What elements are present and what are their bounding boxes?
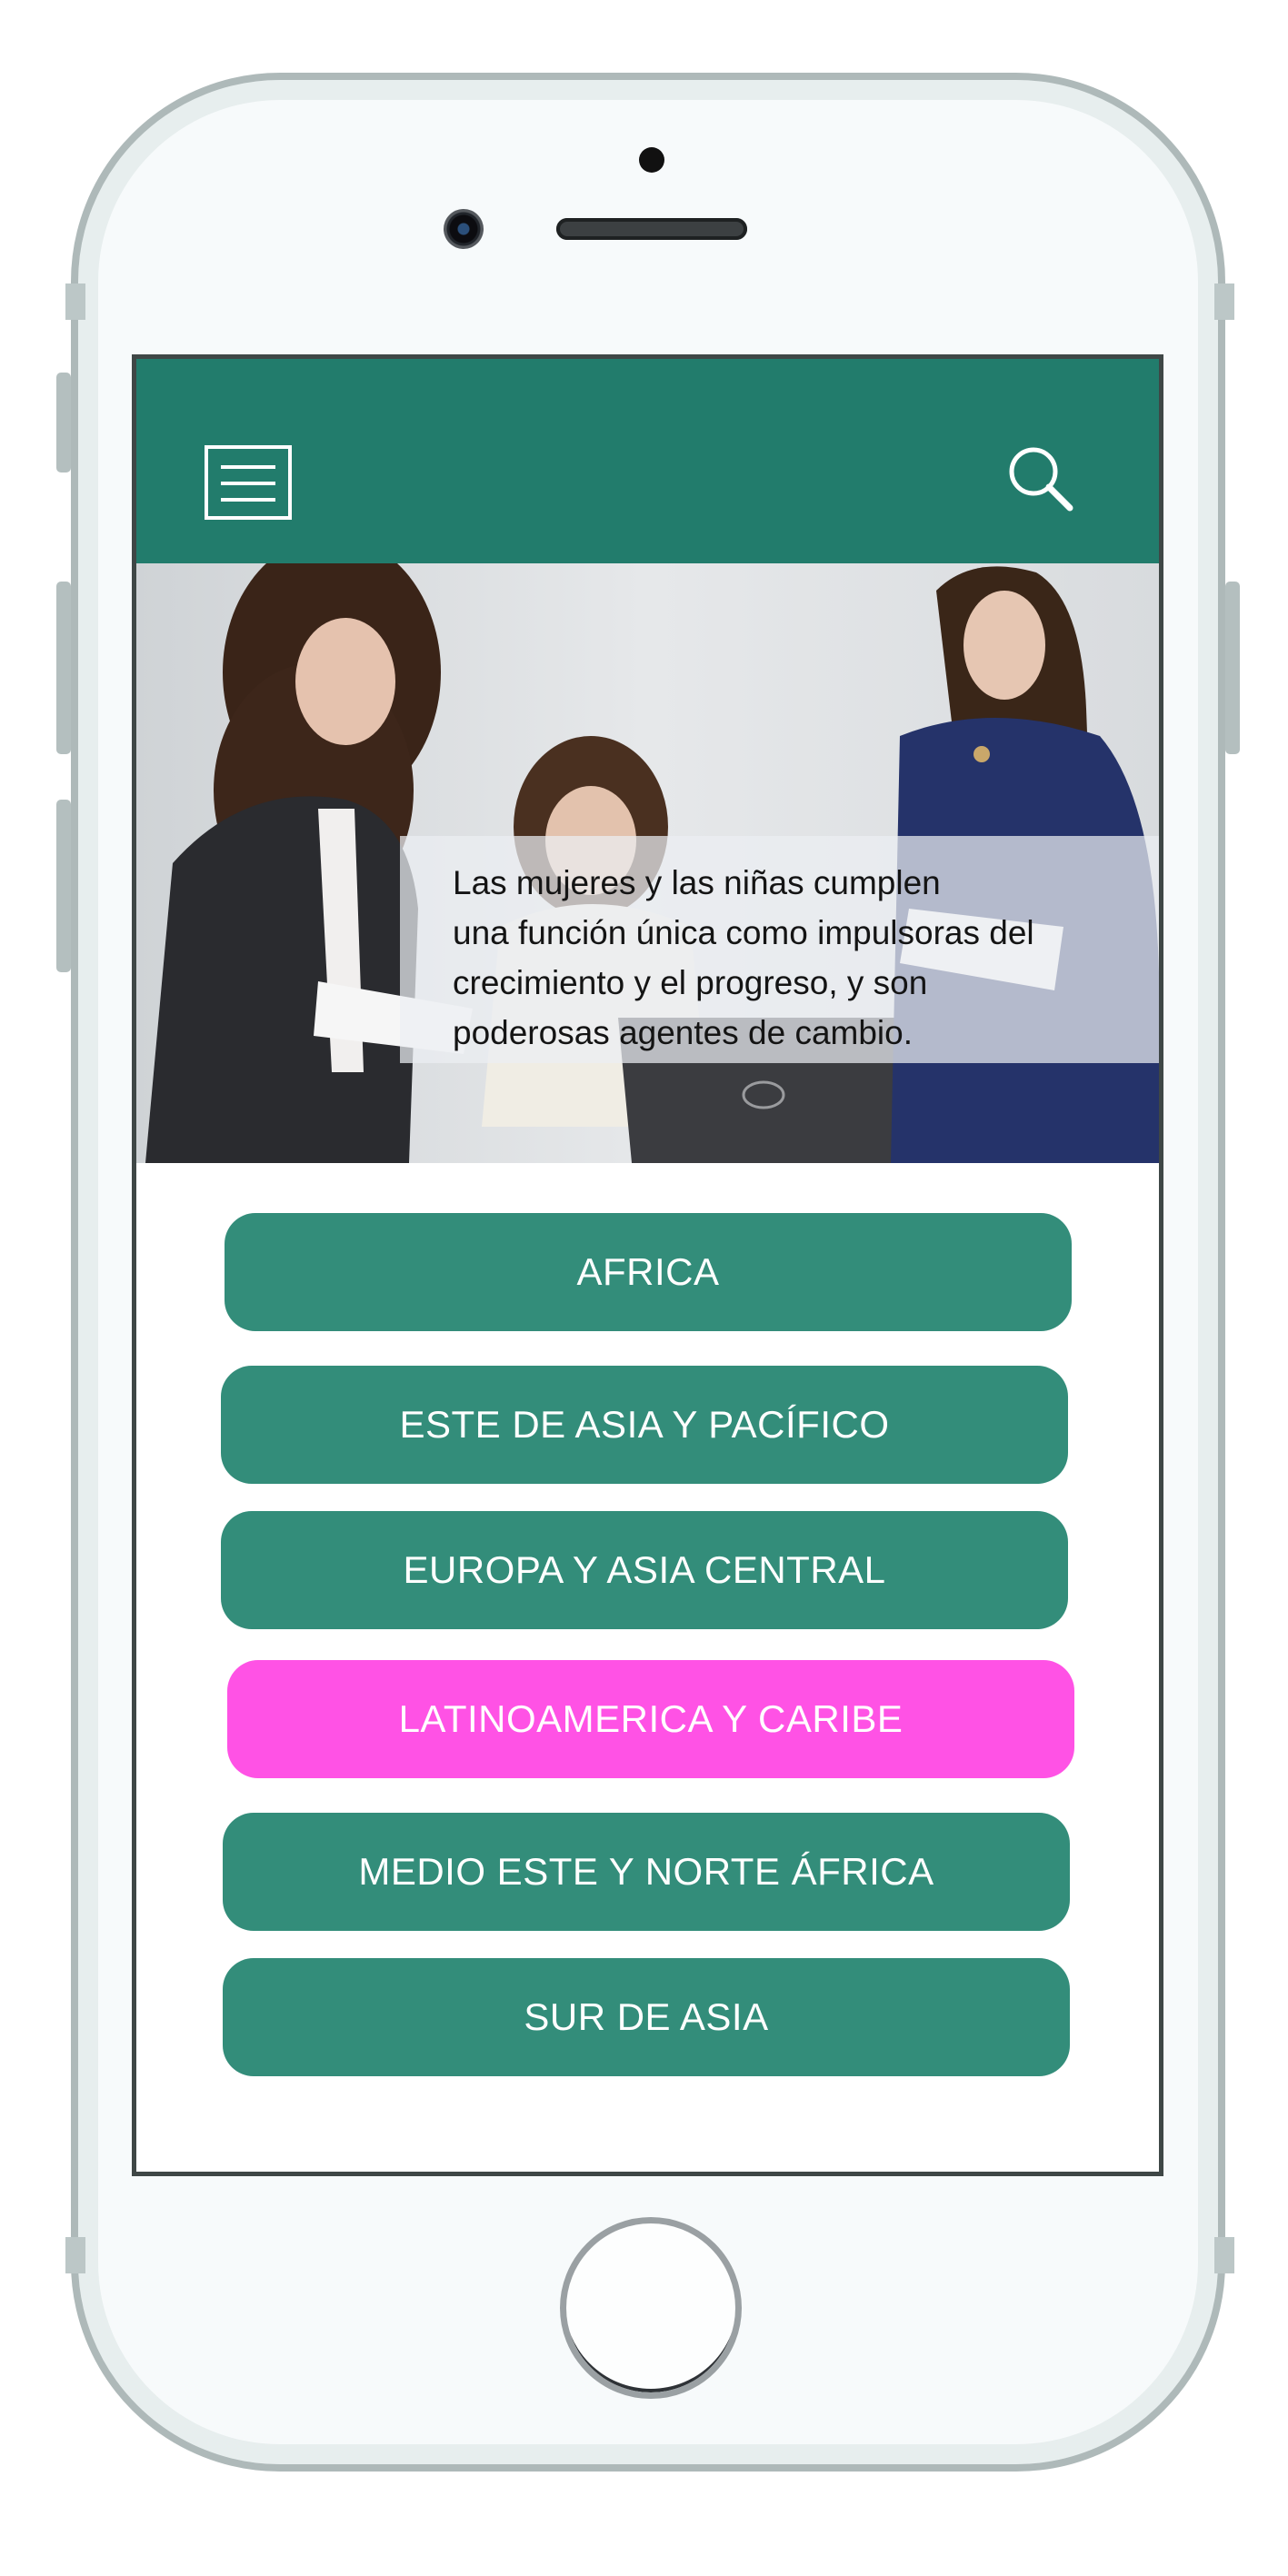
hamburger-menu-icon[interactable] <box>205 445 292 520</box>
earpiece-speaker <box>556 218 747 240</box>
region-button-east-asia-pacific[interactable]: ESTE DE ASIA Y PACÍFICO <box>221 1366 1068 1484</box>
caption-line: crecimiento y el progreso, y son <box>453 964 928 1001</box>
app-screen: Las mujeres y las niñas cumplen una func… <box>132 354 1163 2176</box>
region-button-europe-central-asia[interactable]: EUROPA Y ASIA CENTRAL <box>221 1511 1068 1629</box>
volume-down-button <box>56 800 71 972</box>
app-header <box>136 359 1159 563</box>
caption-line: poderosas agentes de cambio. <box>453 1014 914 1051</box>
region-button-south-asia[interactable]: SUR DE ASIA <box>223 1958 1070 2076</box>
hero-caption: Las mujeres y las niñas cumplen una func… <box>400 836 1159 1063</box>
hero-banner: Las mujeres y las niñas cumplen una func… <box>136 563 1159 1163</box>
proximity-sensor <box>639 147 664 173</box>
caption-line: una función única como impulsoras del <box>453 914 1034 951</box>
antenna-band <box>65 2237 85 2273</box>
volume-up-button <box>56 582 71 754</box>
region-button-latin-america-caribbean[interactable]: LATINOAMERICA Y CARIBE <box>227 1660 1074 1778</box>
antenna-band <box>1214 2237 1234 2273</box>
region-button-africa[interactable]: AFRICA <box>225 1213 1072 1331</box>
power-button <box>1225 582 1240 754</box>
region-button-middle-east-north-africa[interactable]: MEDIO ESTE Y NORTE ÁFRICA <box>223 1813 1070 1931</box>
antenna-band <box>1214 283 1234 320</box>
front-camera <box>444 209 484 249</box>
caption-line: Las mujeres y las niñas cumplen <box>453 864 941 901</box>
search-icon[interactable] <box>1004 443 1077 515</box>
mute-switch <box>56 373 71 472</box>
home-button[interactable] <box>560 2217 742 2399</box>
antenna-band <box>65 283 85 320</box>
